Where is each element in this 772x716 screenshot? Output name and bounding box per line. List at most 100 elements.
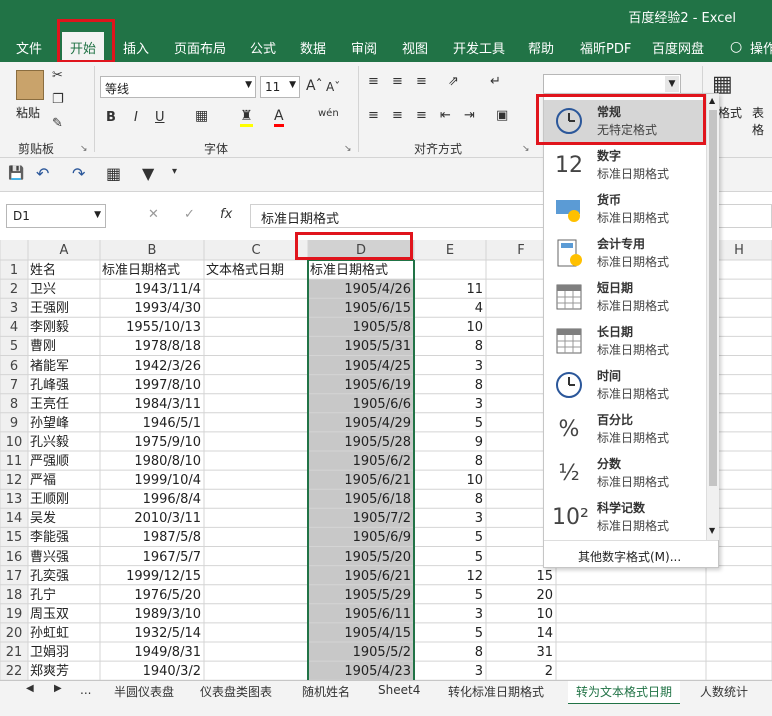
table-cell[interactable]: 10: [416, 471, 483, 490]
alignment-launcher-icon[interactable]: ↘: [522, 144, 530, 154]
decrease-font-icon[interactable]: Aˇ: [326, 80, 340, 94]
chevron-down-icon[interactable]: ▼: [245, 80, 252, 90]
table-cell[interactable]: 1976/5/20: [102, 586, 201, 605]
dropdown-scrollbar[interactable]: ▲ ▼: [706, 94, 719, 540]
table-cell[interactable]: 1984/3/11: [102, 395, 201, 414]
table-cell[interactable]: 王顺刚: [30, 490, 97, 509]
align-top-icon[interactable]: ≡: [368, 74, 379, 89]
bold-button[interactable]: B: [106, 110, 116, 125]
row-header[interactable]: 6: [0, 357, 28, 376]
chevron-down-icon[interactable]: ▼: [665, 76, 679, 92]
table-cell[interactable]: 孔兴毅: [30, 433, 97, 452]
table-cell[interactable]: 1905/5/29: [310, 586, 411, 605]
redo-icon[interactable]: ↷: [72, 164, 85, 183]
table-cell[interactable]: 1999/12/15: [102, 567, 201, 586]
number-format-option[interactable]: 时间 标准日期格式: [544, 364, 709, 408]
table-cell[interactable]: 15: [488, 567, 553, 586]
font-color-icon[interactable]: A: [274, 108, 284, 127]
column-header-e[interactable]: E: [414, 241, 486, 260]
row-header[interactable]: 20: [0, 624, 28, 643]
font-name-box[interactable]: 等线 ▼: [100, 76, 256, 98]
table-cell[interactable]: 5: [416, 586, 483, 605]
row-header[interactable]: 13: [0, 490, 28, 509]
table-cell[interactable]: 李刚毅: [30, 318, 97, 337]
save-icon[interactable]: 💾: [8, 166, 24, 181]
sheet-tab-headcount[interactable]: 人数统计: [700, 683, 748, 700]
align-bottom-icon[interactable]: ≡: [416, 74, 427, 89]
row-header[interactable]: 7: [0, 376, 28, 395]
table-cell[interactable]: 孔宁: [30, 586, 97, 605]
table-cell[interactable]: 1980/8/10: [102, 452, 201, 471]
sheet-tab-text-date-active[interactable]: 转为文本格式日期: [568, 681, 681, 705]
number-format-option[interactable]: 短日期 标准日期格式: [544, 276, 709, 320]
tab-file[interactable]: 文件: [16, 38, 42, 57]
table-cell[interactable]: 1993/4/30: [102, 299, 201, 318]
row-header[interactable]: 14: [0, 509, 28, 528]
font-launcher-icon[interactable]: ↘: [344, 144, 352, 154]
table-cell[interactable]: 31: [488, 643, 553, 662]
tab-insert[interactable]: 插入: [123, 38, 149, 57]
table-cell[interactable]: 曹兴强: [30, 548, 97, 567]
table-cell[interactable]: 1905/6/9: [310, 528, 411, 547]
row-header[interactable]: 11: [0, 452, 28, 471]
underline-button[interactable]: U: [155, 110, 165, 125]
sheet-tab-standard-date[interactable]: 转化标准日期格式: [448, 683, 544, 700]
tab-developer[interactable]: 开发工具: [453, 38, 505, 57]
table-cell[interactable]: 9: [416, 433, 483, 452]
table-cell[interactable]: 1905/4/29: [310, 414, 411, 433]
row-header[interactable]: 10: [0, 433, 28, 452]
table-cell[interactable]: 严福: [30, 471, 97, 490]
tab-review[interactable]: 审阅: [351, 38, 377, 57]
table-cell[interactable]: 10: [416, 318, 483, 337]
table-cell[interactable]: 1989/3/10: [102, 605, 201, 624]
row-header[interactable]: 3: [0, 299, 28, 318]
table-cell[interactable]: 孔奕强: [30, 567, 97, 586]
customize-toolbar-icon[interactable]: ▾: [172, 166, 177, 177]
table-cell[interactable]: 1955/10/13: [102, 318, 201, 337]
align-center-icon[interactable]: ≡: [392, 108, 403, 123]
table-cell[interactable]: 5: [416, 624, 483, 643]
table-cell[interactable]: 李能强: [30, 528, 97, 547]
table-cell[interactable]: 1905/6/6: [310, 395, 411, 414]
tab-foxit-pdf[interactable]: 福昕PDF: [580, 38, 631, 57]
table-cell[interactable]: 1905/4/23: [310, 662, 411, 680]
table-cell[interactable]: 曹刚: [30, 337, 97, 356]
table-cell[interactable]: 孙望峰: [30, 414, 97, 433]
table-cell[interactable]: 1942/3/26: [102, 357, 201, 376]
table-cell[interactable]: 1905/6/21: [310, 567, 411, 586]
enter-icon[interactable]: ✓: [184, 207, 195, 222]
table-cell[interactable]: 1905/7/2: [310, 509, 411, 528]
cancel-icon[interactable]: ✕: [148, 207, 159, 222]
table-cell[interactable]: 1999/10/4: [102, 471, 201, 490]
table-cell[interactable]: 孙虹虹: [30, 624, 97, 643]
table-cell[interactable]: 1996/8/4: [102, 490, 201, 509]
wrap-text-icon[interactable]: ↵: [490, 74, 501, 89]
table-cell[interactable]: 1905/5/28: [310, 433, 411, 452]
row-header[interactable]: 15: [0, 528, 28, 547]
table-cell[interactable]: 郑爽芳: [30, 662, 97, 680]
tab-data[interactable]: 数据: [300, 38, 326, 57]
conditional-format-button[interactable]: 格式: [718, 104, 742, 121]
table-cell[interactable]: 卫娟羽: [30, 643, 97, 662]
italic-button[interactable]: I: [134, 110, 138, 125]
row-header[interactable]: 8: [0, 395, 28, 414]
table-cell[interactable]: 1905/5/8: [310, 318, 411, 337]
increase-indent-icon[interactable]: ⇥: [464, 108, 475, 123]
table-cell[interactable]: 严强顺: [30, 452, 97, 471]
row-header[interactable]: 21: [0, 643, 28, 662]
table-cell[interactable]: 8: [416, 452, 483, 471]
table-cell[interactable]: 1943/11/4: [102, 280, 201, 299]
table-cell[interactable]: 1932/5/14: [102, 624, 201, 643]
table-cell[interactable]: 1946/5/1: [102, 414, 201, 433]
table-cell[interactable]: 5: [416, 548, 483, 567]
row-header[interactable]: 16: [0, 548, 28, 567]
name-box[interactable]: D1 ▼: [6, 204, 106, 228]
table-cell[interactable]: 1905/6/15: [310, 299, 411, 318]
tab-formulas[interactable]: 公式: [250, 38, 276, 57]
column-header-c[interactable]: C: [204, 241, 308, 260]
scroll-up-icon[interactable]: ▲: [709, 96, 715, 105]
table-cell[interactable]: 11: [416, 280, 483, 299]
table-cell[interactable]: 8: [416, 376, 483, 395]
align-left-icon[interactable]: ≡: [368, 108, 379, 123]
table-cell[interactable]: 8: [416, 337, 483, 356]
